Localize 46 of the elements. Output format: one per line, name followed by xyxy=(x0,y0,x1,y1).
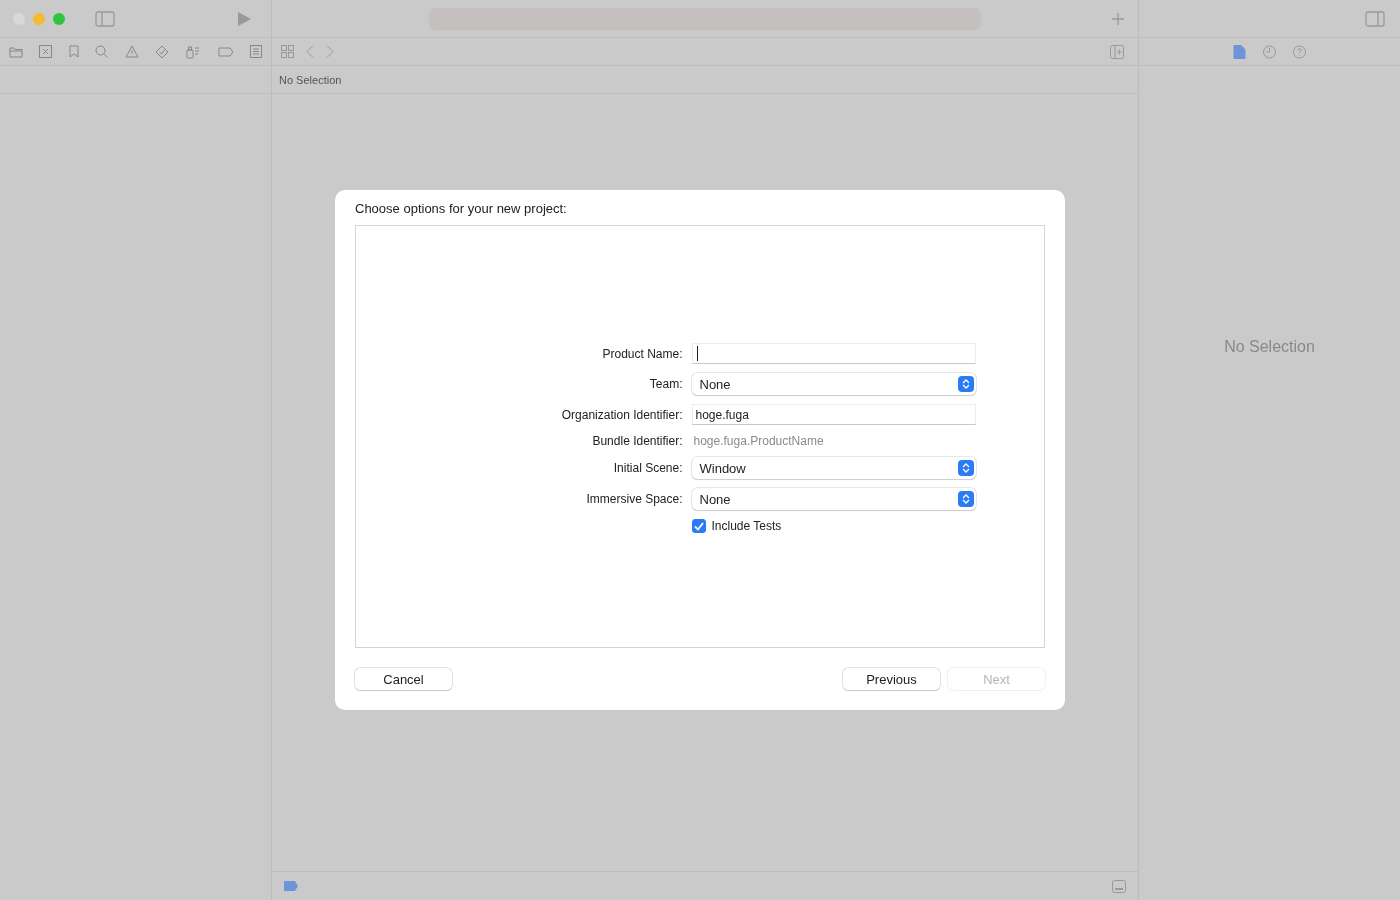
text-field[interactable]: hoge.fuga xyxy=(691,404,976,425)
checkbox-label: Include Tests xyxy=(711,519,782,533)
no-selection-text: No Selection xyxy=(1224,338,1315,356)
previous-button[interactable]: Previous xyxy=(843,668,940,690)
popup-button[interactable]: None xyxy=(691,488,976,510)
bookmark-icon[interactable] xyxy=(68,45,79,58)
search-icon[interactable] xyxy=(95,45,109,58)
folder-icon[interactable] xyxy=(9,45,23,58)
help-icon[interactable] xyxy=(1293,44,1306,59)
minimize-window-icon[interactable] xyxy=(33,12,45,25)
cancel-button[interactable]: Cancel xyxy=(355,668,452,690)
play-icon[interactable] xyxy=(237,11,251,26)
back-icon[interactable] xyxy=(306,45,314,58)
forward-icon[interactable] xyxy=(326,45,334,58)
field-label: Product Name: xyxy=(601,346,683,361)
popup-button[interactable]: None xyxy=(691,373,976,395)
bundle-identifier-value: hoge.fuga.ProductName xyxy=(692,434,825,448)
field-label: Immersive Space: xyxy=(585,492,683,506)
text-field[interactable] xyxy=(691,343,976,364)
diamond-check-icon[interactable] xyxy=(154,44,169,59)
plus-icon[interactable] xyxy=(1112,12,1124,25)
spray-icon[interactable] xyxy=(185,44,202,59)
sidebar-toggle-icon[interactable] xyxy=(95,10,115,27)
field-label: Team: xyxy=(648,377,683,391)
dialog-title: Choose options for your new project: xyxy=(355,201,568,218)
path-bar-text: No Selection xyxy=(279,73,342,86)
report-icon[interactable] xyxy=(250,45,262,58)
tag-icon[interactable] xyxy=(283,881,299,891)
square-x-icon[interactable] xyxy=(39,45,53,58)
panel-toggle-icon[interactable] xyxy=(1112,879,1126,893)
file-icon[interactable] xyxy=(1233,44,1246,59)
inspector-toggle-icon[interactable] xyxy=(1365,10,1385,27)
stepper-arrows-icon xyxy=(957,460,974,476)
field-label: Initial Scene: xyxy=(612,461,683,475)
warning-icon[interactable] xyxy=(124,45,139,58)
field-label: Bundle Identifier: xyxy=(591,434,683,448)
grid-icon[interactable] xyxy=(281,45,294,58)
zoom-window-icon[interactable] xyxy=(53,12,65,25)
popup-button[interactable]: Window xyxy=(691,457,976,479)
tag-icon[interactable] xyxy=(217,46,234,57)
checkbox[interactable] xyxy=(691,519,706,533)
field-label: Organization Identifier: xyxy=(560,407,683,422)
add-editor-icon[interactable] xyxy=(1110,44,1124,59)
clock-icon[interactable] xyxy=(1263,44,1276,59)
stepper-arrows-icon xyxy=(957,491,974,507)
stepper-arrows-icon xyxy=(957,376,974,392)
